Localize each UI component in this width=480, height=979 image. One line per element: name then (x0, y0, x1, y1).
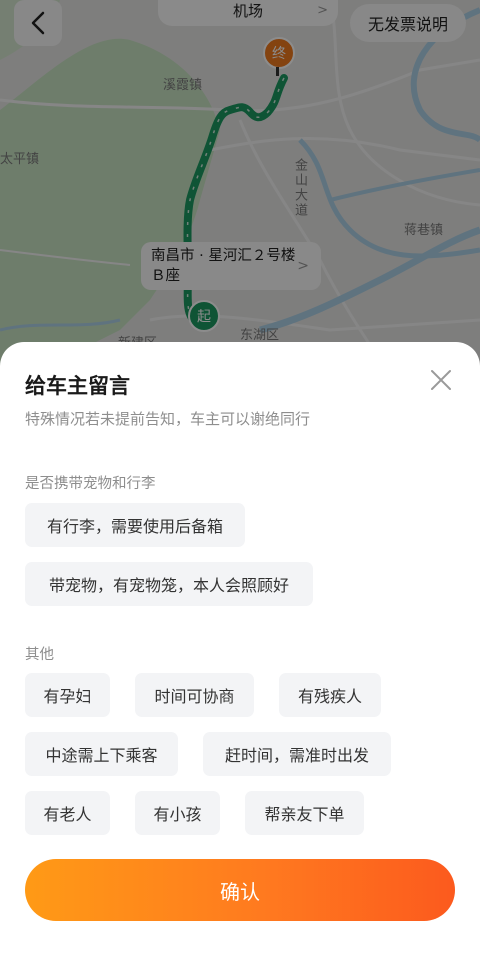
section-title-pets-luggage: 是否携带宠物和行李 (25, 476, 156, 492)
option-chip-luggage[interactable]: 有行李，需要使用后备箱 (25, 503, 245, 547)
option-chip-pet[interactable]: 带宠物，有宠物笼，本人会照顾好 (25, 562, 313, 606)
sheet-title: 给车主留言 (25, 374, 130, 398)
option-chip-in-a-hurry[interactable]: 赶时间，需准时出发 (203, 732, 391, 776)
message-to-driver-sheet: 给车主留言 特殊情况若未提前告知，车主可以谢绝同行 是否携带宠物和行李 有行李，… (0, 342, 480, 979)
sheet-subtitle: 特殊情况若未提前告知，车主可以谢绝同行 (25, 410, 311, 428)
option-chip-disabled[interactable]: 有残疾人 (279, 673, 381, 717)
option-chip-midway-stop[interactable]: 中途需上下乘客 (25, 732, 178, 776)
close-button[interactable] (428, 367, 454, 393)
option-chip-pregnant[interactable]: 有孕妇 (25, 673, 110, 717)
section-title-other: 其他 (25, 647, 54, 663)
close-icon (431, 370, 451, 390)
option-chip-elderly[interactable]: 有老人 (25, 791, 110, 835)
option-chip-order-for-friend[interactable]: 帮亲友下单 (245, 791, 364, 835)
option-chip-child[interactable]: 有小孩 (135, 791, 220, 835)
confirm-button[interactable]: 确认 (25, 859, 455, 921)
option-chip-time-flexible[interactable]: 时间可协商 (135, 673, 254, 717)
